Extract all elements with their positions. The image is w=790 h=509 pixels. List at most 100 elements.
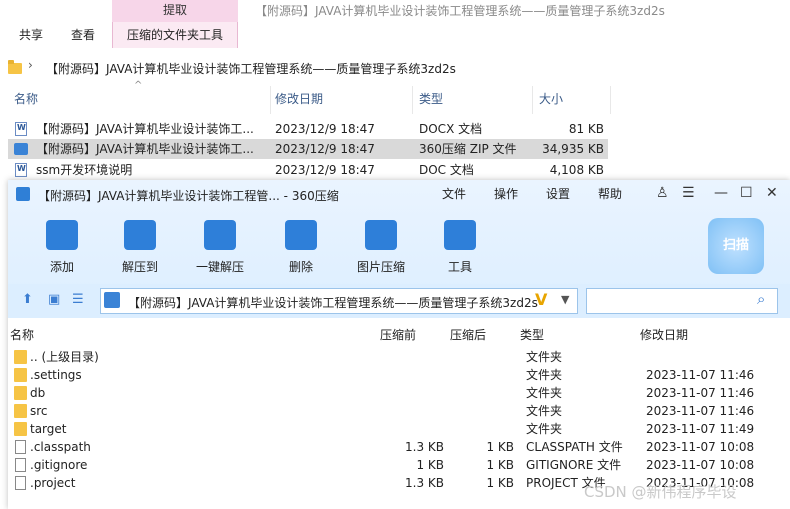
column-name[interactable]: 名称 <box>14 84 38 114</box>
menu-icon[interactable]: ☰ <box>682 185 695 201</box>
tool-label: 图片压缩 <box>356 260 405 274</box>
close-icon[interactable]: ✕ <box>766 185 778 201</box>
entry-name: .settings <box>30 368 82 382</box>
file-row-selected[interactable]: 【附源码】JAVA计算机毕业设计装饰工... 2023/12/9 18:47 3… <box>8 139 608 159</box>
entry-type: GITIGNORE 文件 <box>526 458 622 472</box>
chevron-right-icon[interactable]: › <box>28 58 33 72</box>
file-name: 【附源码】JAVA计算机毕业设计装饰工... <box>36 142 254 156</box>
entry-before: 1 KB <box>416 458 444 472</box>
menu-operate[interactable]: 操作 <box>494 185 518 202</box>
file-date: 2023/12/9 18:47 <box>275 142 375 156</box>
tool-extract-to-button[interactable]: 解压到 <box>110 220 170 276</box>
image-compress-icon <box>365 220 397 250</box>
file-row[interactable]: 【附源码】JAVA计算机毕业设计装饰工... 2023/12/9 18:47 D… <box>8 119 608 139</box>
file-date: 2023/12/9 18:47 <box>275 122 375 136</box>
menu-file[interactable]: 文件 <box>442 185 466 202</box>
file-row[interactable]: ssm开发环境说明 2023/12/9 18:47 DOC 文档 4,108 K… <box>8 160 608 180</box>
tool-label: 一键解压 <box>195 260 244 274</box>
entry-type: CLASSPATH 文件 <box>526 440 623 454</box>
archive-row[interactable]: .classpath 1.3 KB 1 KB CLASSPATH 文件 2023… <box>8 438 790 456</box>
tool-label: 解压到 <box>121 260 158 274</box>
file-type: DOC 文档 <box>419 163 474 177</box>
entry-name: target <box>30 422 67 436</box>
archive-icon <box>104 292 120 308</box>
column-date[interactable]: 修改日期 <box>640 326 688 343</box>
tab-view[interactable]: 查看 <box>58 22 108 48</box>
doc-icon <box>15 163 27 177</box>
column-date[interactable]: 修改日期 <box>275 84 323 114</box>
file-icon <box>15 476 26 490</box>
archive-row[interactable]: src 文件夹 2023-11-07 11:46 <box>8 402 790 420</box>
tool-image-compress-button[interactable]: 图片压缩 <box>351 220 411 276</box>
column-divider[interactable] <box>532 86 533 114</box>
column-after[interactable]: 压缩后 <box>450 326 486 343</box>
column-name[interactable]: 名称 <box>10 326 34 343</box>
entry-date: 2023-11-07 11:46 <box>646 368 755 382</box>
thumbnail-view-icon[interactable]: ▣ <box>48 292 60 307</box>
extract-to-icon <box>124 220 156 250</box>
entry-after: 1 KB <box>486 440 514 454</box>
list-view-icon[interactable]: ☰ <box>72 292 84 307</box>
column-before[interactable]: 压缩前 <box>380 326 416 343</box>
tool-label: 添加 <box>49 260 74 274</box>
menu-settings[interactable]: 设置 <box>546 185 570 202</box>
entry-type: 文件夹 <box>526 368 563 382</box>
archive-row[interactable]: .. (上级目录) 文件夹 <box>8 348 790 366</box>
folder-icon <box>14 422 27 436</box>
chevron-down-icon[interactable]: ▼ <box>561 293 569 306</box>
tool-tools-button[interactable]: 工具 <box>430 220 490 276</box>
maximize-icon[interactable]: ☐ <box>740 185 753 201</box>
entry-type: 文件夹 <box>526 404 563 418</box>
csdn-watermark: CSDN @新伟程序毕设 <box>584 483 737 501</box>
column-type[interactable]: 类型 <box>520 326 544 343</box>
tool-label: 删除 <box>288 260 313 274</box>
entry-after: 1 KB <box>486 476 514 490</box>
entry-name: src <box>30 404 48 418</box>
tab-compressed-folder-tools[interactable]: 压缩的文件夹工具 <box>112 22 238 48</box>
entry-name: .classpath <box>30 440 91 454</box>
column-divider[interactable] <box>270 86 271 114</box>
entry-date: 2023-11-07 11:46 <box>646 404 755 418</box>
sort-up-icon: ^ <box>134 80 143 91</box>
tab-share[interactable]: 共享 <box>6 22 56 48</box>
tool-one-click-extract-button[interactable]: 一键解压 <box>190 220 250 276</box>
column-type[interactable]: 类型 <box>419 84 443 114</box>
shirt-skin-icon[interactable]: ♙ <box>656 185 669 201</box>
search-input[interactable] <box>586 288 778 314</box>
entry-name: .project <box>30 476 76 490</box>
entry-date: 2023-11-07 10:08 <box>646 458 755 472</box>
folder-icon <box>14 350 27 364</box>
entry-date: 2023-11-07 11:49 <box>646 422 755 436</box>
menu-help[interactable]: 帮助 <box>598 185 622 202</box>
tab-extract[interactable]: 提取 <box>112 0 238 22</box>
tool-delete-button[interactable]: 删除 <box>271 220 331 276</box>
zip-icon <box>14 143 28 155</box>
address-path[interactable]: 【附源码】JAVA计算机毕业设计装饰工程管理系统——质量管理子系统3zd2s <box>46 60 456 77</box>
archive-row[interactable]: db 文件夹 2023-11-07 11:46 <box>8 384 790 402</box>
scan-button[interactable]: 扫描 <box>708 218 764 274</box>
tools-icon <box>444 220 476 250</box>
file-type: DOCX 文档 <box>419 122 483 136</box>
archive-path[interactable]: 【附源码】JAVA计算机毕业设计装饰工程管理系统——质量管理子系统3zd2s <box>128 294 538 311</box>
search-icon[interactable]: ⌕ <box>757 290 765 308</box>
column-size[interactable]: 大小 <box>539 84 563 114</box>
tool-add-button[interactable]: 添加 <box>32 220 92 276</box>
folder-icon <box>14 386 27 400</box>
entry-date: 2023-11-07 11:46 <box>646 386 755 400</box>
tool-label: 工具 <box>447 260 472 274</box>
archive-row[interactable]: .gitignore 1 KB 1 KB GITIGNORE 文件 2023-1… <box>8 456 790 474</box>
file-type: 360压缩 ZIP 文件 <box>419 142 517 156</box>
entry-type: 文件夹 <box>526 386 563 400</box>
file-size: 4,108 KB <box>549 163 604 177</box>
entry-name: .. (上级目录) <box>30 350 99 364</box>
arrow-up-icon[interactable]: ⬆ <box>22 292 33 307</box>
column-divider[interactable] <box>610 86 611 114</box>
minimize-icon[interactable]: — <box>714 185 728 201</box>
one-click-extract-icon <box>204 220 236 250</box>
archive-row[interactable]: target 文件夹 2023-11-07 11:49 <box>8 420 790 438</box>
archive-row[interactable]: .settings 文件夹 2023-11-07 11:46 <box>8 366 790 384</box>
folder-icon <box>8 60 22 74</box>
column-divider[interactable] <box>412 86 413 114</box>
file-size: 81 KB <box>568 122 604 136</box>
entry-name: .gitignore <box>30 458 88 472</box>
